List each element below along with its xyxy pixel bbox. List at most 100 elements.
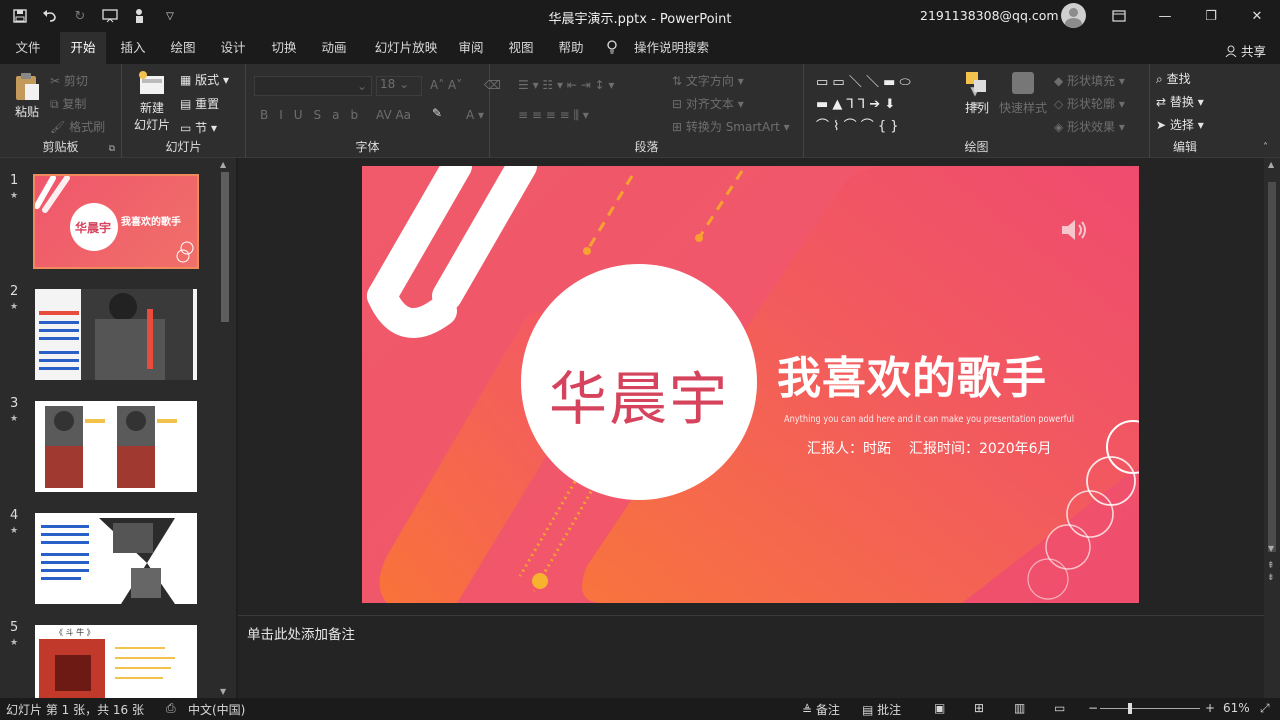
shape-fill-button[interactable]: ◆ 形状填充 ▾	[1054, 72, 1125, 89]
font-size-box[interactable]: 18 ⌄	[376, 76, 422, 96]
scroll-up-icon[interactable]: ▲	[1268, 160, 1274, 169]
slides-group: 新建 幻灯片 ▦ 版式 ▾ ▤ 重置 ▭ 节 ▾ 幻灯片	[122, 64, 246, 158]
smartart-button[interactable]: ⊞ 转换为 SmartArt ▾	[672, 118, 790, 135]
grow-font-icon[interactable]: A˄ A˅	[430, 78, 462, 92]
tab-transitions[interactable]: 切换	[262, 32, 306, 64]
select-button[interactable]: ➤ 选择 ▾	[1156, 116, 1204, 133]
zoom-slider-thumb[interactable]	[1128, 703, 1132, 714]
prev-next-slide-icon[interactable]: ⇞ ⇟	[1267, 560, 1275, 584]
replace-button[interactable]: ⇄ 替换 ▾	[1156, 93, 1204, 110]
drawing-label: 绘图	[964, 140, 989, 154]
reset-button[interactable]: ▤ 重置	[180, 95, 219, 112]
touch-mode-icon[interactable]	[130, 6, 150, 26]
slide-scrollbar[interactable]: ▲ ▼ ⇞ ⇟	[1264, 158, 1280, 698]
paste-button[interactable]: 粘贴	[10, 72, 44, 120]
copy-button[interactable]: ⧉ 复制	[50, 95, 86, 112]
new-slide-button[interactable]: 新建 幻灯片	[128, 70, 176, 133]
ribbon-display-options-icon[interactable]	[1096, 0, 1142, 32]
font-color-icon[interactable]: A ▾	[466, 108, 484, 122]
slide-thumb-1[interactable]: 华晨宇 我喜欢的歌手	[33, 174, 199, 269]
thumb-number: 5	[10, 620, 19, 635]
restore-icon[interactable]: ❐	[1188, 0, 1234, 32]
save-icon[interactable]	[10, 6, 30, 26]
slide-reporter: 汇报人：时跖	[807, 441, 891, 457]
slide-thumb-5[interactable]: 《 斗 牛 》	[35, 625, 197, 698]
audio-speaker-icon[interactable]	[1060, 218, 1088, 245]
slide-subtitle: Anything you can add here and it can mak…	[784, 414, 1074, 425]
spellcheck-icon[interactable]: ⎙	[166, 701, 176, 716]
tab-view[interactable]: 视图	[500, 32, 542, 64]
editing-label: 编辑	[1172, 140, 1197, 154]
dialog-launcher-icon[interactable]: ⧉	[109, 144, 115, 154]
shape-outline-button[interactable]: ◇ 形状轮廓 ▾	[1054, 95, 1125, 112]
slide-singer-name: 华晨宇	[548, 365, 729, 433]
tab-file[interactable]: 文件	[6, 32, 50, 64]
slideshow-view-icon[interactable]: ▭	[1054, 701, 1065, 715]
share-button[interactable]: 共享	[1225, 41, 1266, 60]
scroll-down-icon[interactable]: ▼	[1268, 544, 1274, 553]
tab-help[interactable]: 帮助	[550, 32, 592, 64]
tab-slideshow[interactable]: 幻灯片放映	[364, 32, 448, 64]
zoom-in-icon[interactable]: +	[1205, 701, 1215, 715]
animation-star-icon: ★	[10, 638, 19, 648]
text-direction-button[interactable]: ⇅ 文字方向 ▾	[672, 72, 744, 89]
char-spacing-icon[interactable]: AV Aa	[376, 108, 411, 122]
tab-insert[interactable]: 插入	[112, 32, 154, 64]
close-icon[interactable]: ✕	[1234, 0, 1280, 32]
notes-toggle[interactable]: ≜ 备注	[802, 701, 840, 718]
zoom-slider-track[interactable]	[1100, 708, 1200, 709]
customize-toolbar-icon[interactable]: ▽	[160, 6, 180, 26]
normal-view-icon[interactable]: ▣	[934, 701, 945, 715]
slide-thumb-2[interactable]	[35, 289, 197, 380]
slide-thumb-4[interactable]	[35, 513, 197, 604]
font-name-box[interactable]: ⌄	[254, 76, 372, 96]
tab-animations[interactable]: 动画	[312, 32, 356, 64]
language-indicator[interactable]: 中文(中国)	[188, 701, 245, 718]
quick-styles-button[interactable]: 快速样式	[998, 70, 1048, 116]
layout-button[interactable]: ▦ 版式 ▾	[180, 71, 229, 88]
tell-me-search[interactable]: 操作说明搜索	[606, 32, 718, 64]
shapes-gallery[interactable]: ▭ ▭ ＼ ＼ ▬ ⬭ ▬ ▲ ⅂ ⅂ ➔ ⬇ ⌒ ⌇ ⌒ ⌒ { }	[816, 72, 960, 138]
arrange-button[interactable]: 排列	[962, 70, 992, 116]
fit-to-window-icon[interactable]: ⤢	[1260, 701, 1270, 716]
notes-pane[interactable]: 单击此处添加备注	[238, 615, 1264, 698]
cut-button[interactable]: ✂ 剪切	[50, 72, 88, 89]
paste-label: 粘贴	[14, 105, 39, 119]
slide-scroll-thumb[interactable]	[1268, 182, 1276, 552]
notes-placeholder[interactable]: 单击此处添加备注	[247, 623, 355, 643]
reading-view-icon[interactable]: ▥	[1014, 701, 1025, 715]
present-from-start-icon[interactable]	[100, 6, 120, 26]
thumbnail-scroll-thumb[interactable]	[221, 172, 229, 322]
scroll-up-icon[interactable]: ▲	[220, 160, 226, 169]
tab-home[interactable]: 开始	[60, 32, 106, 64]
paste-icon	[16, 73, 39, 100]
comments-toggle[interactable]: ▤ 批注	[862, 701, 901, 718]
format-painter-button[interactable]: 🖌 格式刷	[50, 118, 105, 135]
highlight-icon[interactable]: ✎	[432, 106, 442, 120]
thumbnail-scrollbar[interactable]: ▲ ▼	[217, 158, 233, 698]
tab-draw[interactable]: 绘图	[162, 32, 204, 64]
align-text-button[interactable]: ⊟ 对齐文本 ▾	[672, 95, 744, 112]
slides-label: 幻灯片	[165, 140, 202, 154]
tab-review[interactable]: 审阅	[450, 32, 492, 64]
thumb-1-title: 我喜欢的歌手	[121, 217, 181, 228]
section-button[interactable]: ▭ 节 ▾	[180, 119, 217, 136]
shape-effects-button[interactable]: ◈ 形状效果 ▾	[1054, 118, 1125, 135]
redo-icon[interactable]: ↻	[70, 6, 90, 26]
minimize-icon[interactable]: —	[1142, 0, 1188, 32]
slide-thumb-3[interactable]	[35, 401, 197, 492]
current-slide[interactable]: 华晨宇 我喜欢的歌手 Anything you can add here and…	[362, 166, 1139, 603]
avatar[interactable]	[1061, 3, 1086, 28]
undo-icon[interactable]	[40, 6, 60, 26]
tab-design[interactable]: 设计	[212, 32, 254, 64]
zoom-level[interactable]: 61%	[1223, 701, 1250, 715]
account-email[interactable]: 2191138308@qq.com	[920, 8, 1059, 23]
collapse-ribbon-icon[interactable]: ˄	[1263, 142, 1268, 153]
zoom-out-icon[interactable]: −	[1088, 701, 1098, 715]
font-style-buttons[interactable]: BIUSab	[260, 108, 369, 122]
scroll-down-icon[interactable]: ▼	[220, 687, 226, 696]
list-icons[interactable]: ☰ ▾ ☷ ▾ ⇤ ⇥ ↕ ▾	[518, 78, 614, 92]
find-button[interactable]: ⌕ 查找	[1156, 70, 1191, 87]
slide-sorter-icon[interactable]: ⊞	[974, 701, 984, 715]
align-icons[interactable]: ≡ ≡ ≡ ≡ ⫼ ▾	[518, 108, 589, 123]
